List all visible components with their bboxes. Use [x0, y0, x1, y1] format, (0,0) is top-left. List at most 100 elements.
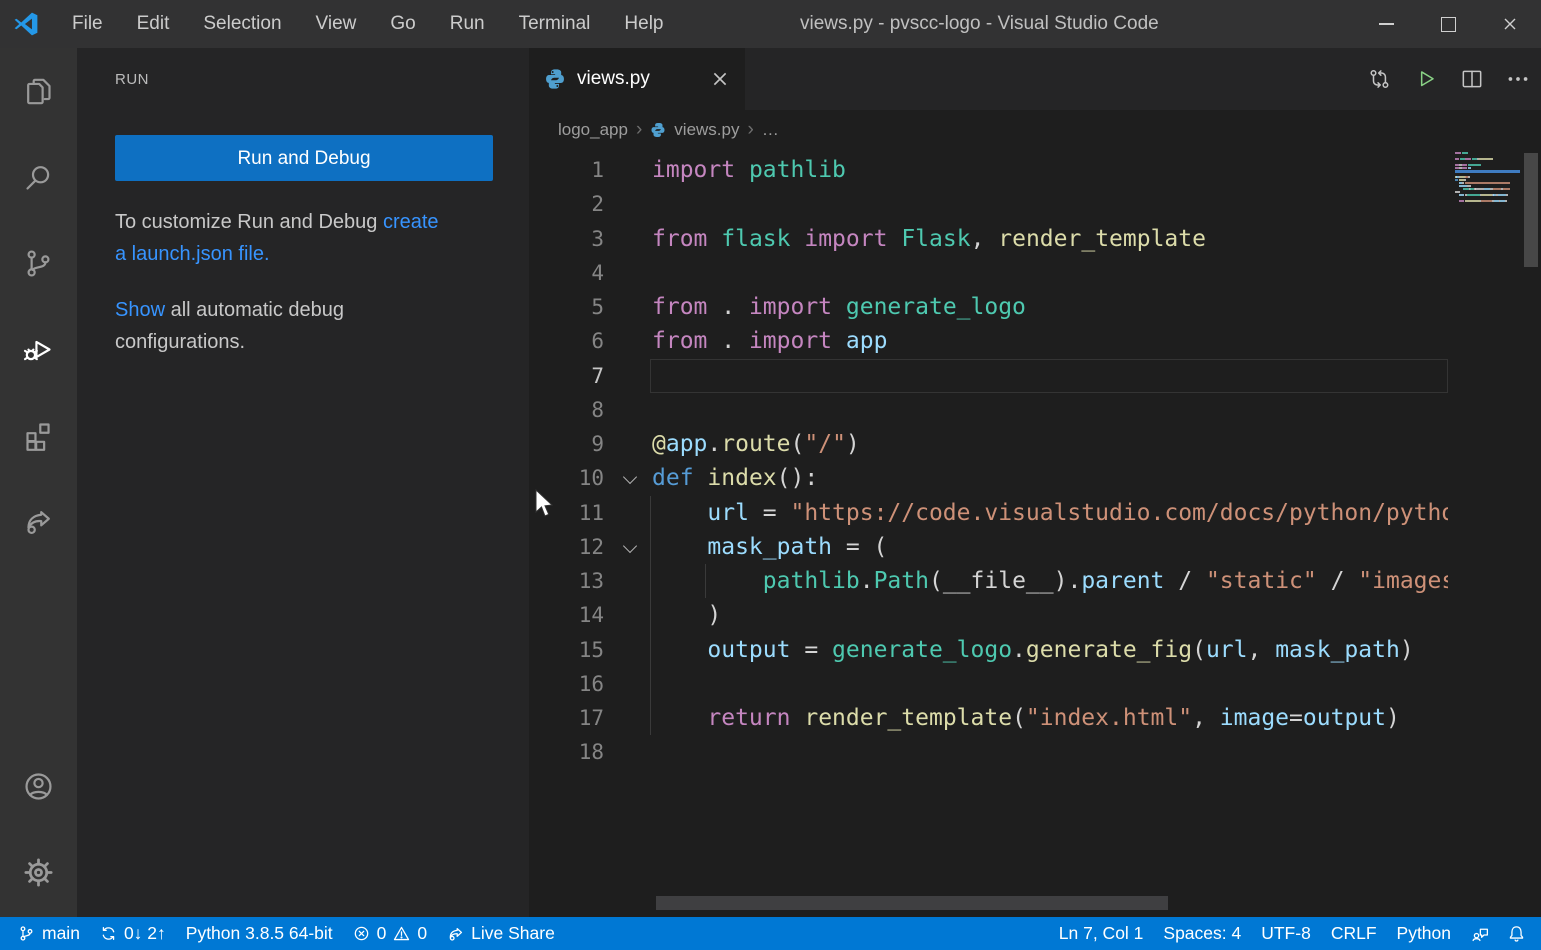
tab-views-py[interactable]: views.py: [529, 48, 745, 110]
code-line: 11 url = "https://code.visualstudio.com/…: [529, 496, 1448, 530]
menu-item-help[interactable]: Help: [607, 0, 680, 48]
sync-icon: [100, 925, 117, 942]
menu-item-file[interactable]: File: [55, 0, 120, 48]
sidebar-item-run-and-debug[interactable]: [0, 306, 77, 392]
code-text[interactable]: output = generate_logo.generate_fig(url,…: [652, 633, 1414, 667]
line-number: 1: [529, 153, 604, 187]
breadcrumb-folder[interactable]: logo_app: [558, 120, 628, 140]
open-changes-icon[interactable]: [1367, 66, 1393, 92]
indent-guide: [650, 701, 651, 735]
python-icon: [650, 122, 666, 138]
line-number: 9: [529, 427, 604, 461]
notifications-button[interactable]: [1498, 917, 1535, 950]
vscode-logo-icon: [13, 11, 39, 37]
feedback-button[interactable]: [1461, 917, 1498, 950]
editor-toolbar: [1367, 48, 1531, 110]
status-language[interactable]: Python: [1387, 917, 1461, 950]
indent-guide: [650, 633, 651, 667]
line-number: 3: [529, 222, 604, 256]
tab-bar: views.py: [529, 48, 1541, 110]
debug-icon: [22, 333, 55, 366]
split-editor-icon[interactable]: [1459, 66, 1485, 92]
menu-item-terminal[interactable]: Terminal: [502, 0, 608, 48]
status-bar: main 0↓ 2↑ Python 3.8.5 64-bit 0: [0, 917, 1541, 950]
code-line: 8: [529, 393, 1448, 427]
menu-item-edit[interactable]: Edit: [120, 0, 187, 48]
code-text[interactable]: def index():: [652, 461, 818, 495]
breadcrumb-more[interactable]: …: [762, 120, 779, 140]
status-line-col[interactable]: Ln 7, Col 1: [1049, 917, 1154, 950]
window-title: views.py - pvscc-logo - Visual Studio Co…: [800, 0, 1159, 48]
extensions-icon: [22, 419, 55, 452]
vertical-scrollbar-thumb[interactable]: [1524, 153, 1538, 267]
status-encoding[interactable]: UTF-8: [1251, 917, 1321, 950]
code-text[interactable]: from . import generate_logo: [652, 290, 1026, 324]
maximize-icon[interactable]: [1417, 0, 1479, 48]
code-line: 5 from . import generate_logo: [529, 290, 1448, 324]
horizontal-scrollbar-thumb[interactable]: [656, 896, 1168, 910]
menu-item-go[interactable]: Go: [373, 0, 432, 48]
code-text[interactable]: url = "https://code.visualstudio.com/doc…: [652, 496, 1448, 530]
line-number: 11: [529, 496, 604, 530]
breadcrumb-file[interactable]: views.py: [674, 120, 739, 140]
bell-icon: [1508, 925, 1525, 942]
account-icon: [22, 770, 55, 803]
warning-triangle-icon: [393, 925, 410, 942]
status-indentation[interactable]: Spaces: 4: [1153, 917, 1251, 950]
line-number: 15: [529, 633, 604, 667]
code-text[interactable]: from . import app: [652, 324, 887, 358]
settings-button[interactable]: [0, 829, 77, 915]
run-icon[interactable]: [1413, 66, 1439, 92]
code-line: 18: [529, 735, 1448, 769]
minimize-icon[interactable]: [1355, 0, 1417, 48]
close-icon[interactable]: [1479, 0, 1541, 48]
code-text[interactable]: pathlib.Path(__file__).parent / "static"…: [652, 564, 1448, 598]
search-icon: [22, 161, 55, 194]
menu-item-view[interactable]: View: [299, 0, 374, 48]
sidebar-item-explorer[interactable]: [0, 48, 77, 134]
sidebar-item-live-share[interactable]: [0, 478, 77, 564]
code-text[interactable]: @app.route("/"): [652, 427, 860, 461]
run-and-debug-button[interactable]: Run and Debug: [115, 135, 493, 181]
code-line: 14 ): [529, 598, 1448, 632]
status-branch[interactable]: main: [8, 917, 90, 950]
code-line: 1 import pathlib: [529, 153, 1448, 187]
menu-item-selection[interactable]: Selection: [186, 0, 298, 48]
code-text[interactable]: return render_template("index.html", ima…: [652, 701, 1400, 735]
indent-guide: [650, 530, 651, 564]
sidebar-item-search[interactable]: [0, 134, 77, 220]
customize-debug-text: To customize Run and Debug createa launc…: [115, 206, 515, 270]
vscode-window: FileEditSelectionViewGoRunTerminalHelp v…: [0, 0, 1541, 950]
python-icon: [544, 68, 566, 90]
fold-chevron-icon[interactable]: [623, 470, 637, 484]
code-editor[interactable]: 1 import pathlib23 from flask import Flask…: [529, 150, 1448, 917]
more-actions-icon[interactable]: [1505, 66, 1531, 92]
chevron-right-icon: ›: [636, 119, 642, 141]
sidebar-item-source-control[interactable]: [0, 220, 77, 306]
sidebar-item-extensions[interactable]: [0, 392, 77, 478]
code-text[interactable]: mask_path = (: [652, 530, 887, 564]
code-line: 12 mask_path = (: [529, 530, 1448, 564]
status-live-share[interactable]: Live Share: [437, 917, 565, 950]
window-controls: [1355, 0, 1541, 48]
status-problems[interactable]: 0 0: [343, 917, 437, 950]
status-sync[interactable]: 0↓ 2↑: [90, 917, 176, 950]
gear-icon: [22, 856, 55, 889]
show-configurations-link[interactable]: Show: [115, 299, 165, 321]
line-number: 5: [529, 290, 604, 324]
files-icon: [22, 75, 55, 108]
line-number: 16: [529, 667, 604, 701]
menu-item-run[interactable]: Run: [433, 0, 502, 48]
fold-chevron-icon[interactable]: [623, 539, 637, 553]
tab-close-icon[interactable]: [710, 69, 730, 89]
code-text[interactable]: from flask import Flask, render_template: [652, 222, 1206, 256]
share-arrow-icon: [22, 505, 55, 538]
account-button[interactable]: [0, 743, 77, 829]
code-text[interactable]: ): [652, 598, 721, 632]
minimap[interactable]: [1455, 152, 1520, 206]
code-text[interactable]: import pathlib: [652, 153, 846, 187]
status-python-version[interactable]: Python 3.8.5 64-bit: [176, 917, 343, 950]
code-line: 4: [529, 256, 1448, 290]
code-line: 2: [529, 187, 1448, 221]
status-eol[interactable]: CRLF: [1321, 917, 1387, 950]
